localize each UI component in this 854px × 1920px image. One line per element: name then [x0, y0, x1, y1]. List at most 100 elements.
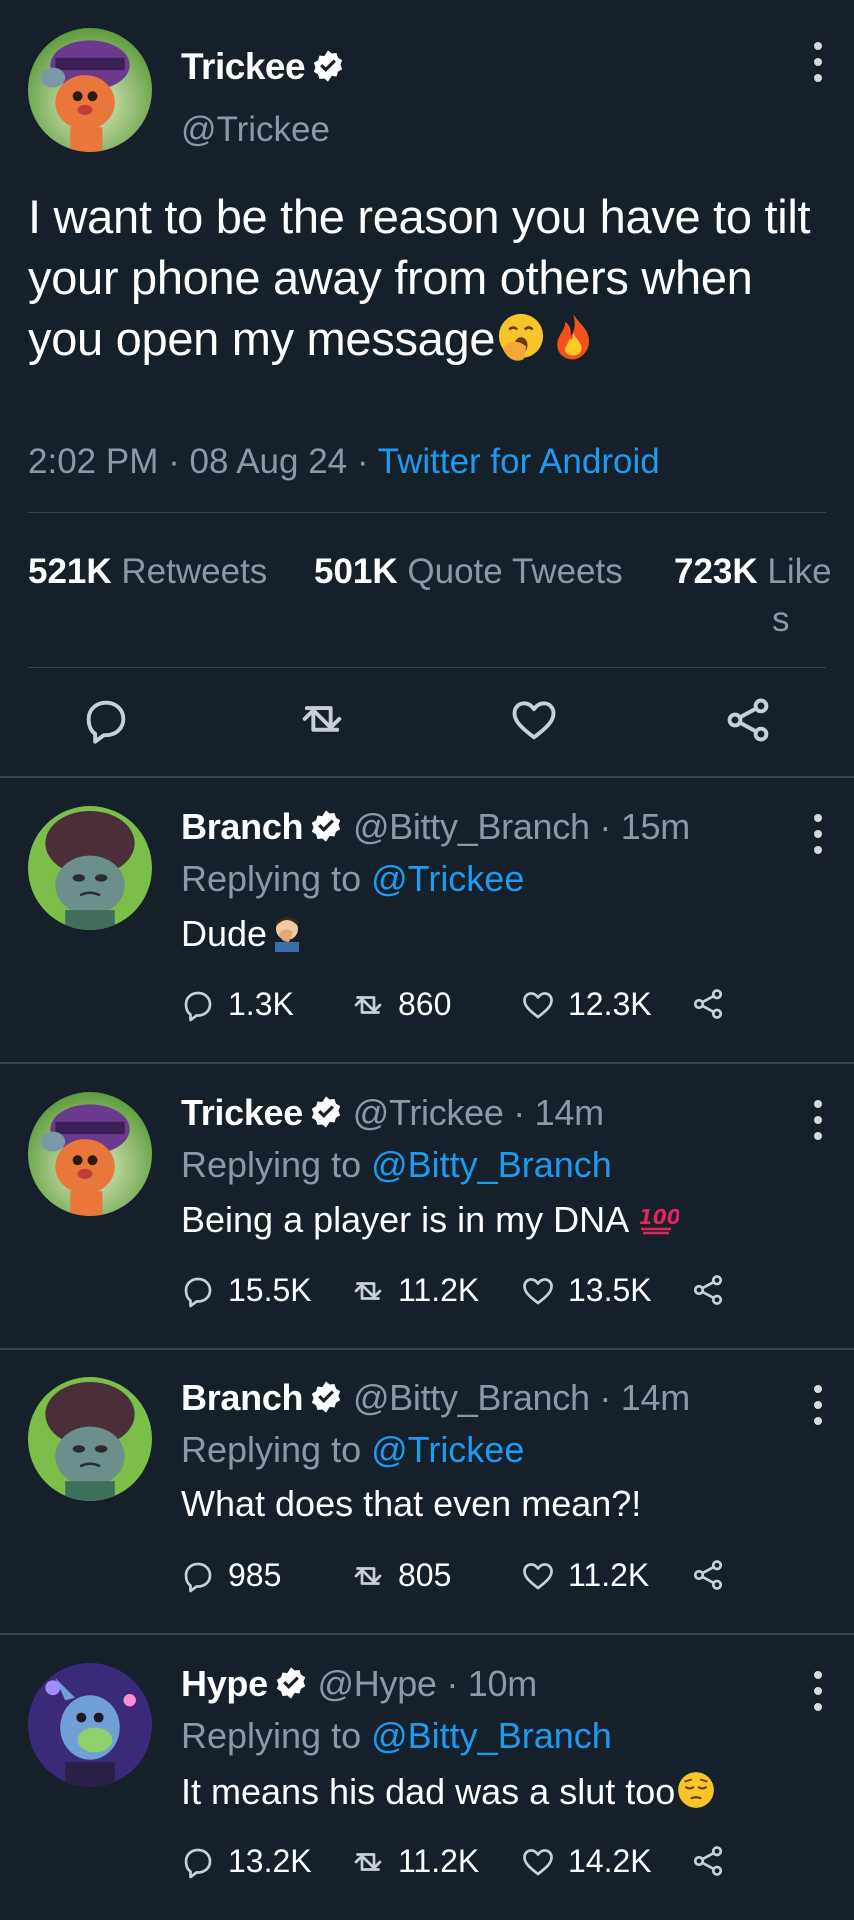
- trickee-avatar[interactable]: [28, 28, 152, 152]
- retweet-count: 11.2K: [398, 1272, 480, 1308]
- retweet-icon[interactable]: [296, 694, 348, 746]
- like-action[interactable]: 12.3K: [520, 986, 652, 1023]
- share-action[interactable]: [690, 1557, 738, 1593]
- share-icon[interactable]: [722, 694, 774, 746]
- share-action[interactable]: [690, 986, 738, 1022]
- thread-divider: [0, 1062, 854, 1064]
- tweet-body: I want to be the reason you have to tilt…: [28, 190, 811, 365]
- svg-text:100: 100: [639, 1205, 679, 1229]
- retweet-icon: [354, 1852, 382, 1871]
- verified-badge-icon: [311, 49, 345, 83]
- author-name-text: Trickee: [181, 46, 306, 87]
- like-icon[interactable]: [508, 694, 560, 746]
- verified-badge-icon: [309, 809, 343, 843]
- retweet-icon: [354, 1566, 382, 1585]
- divider: [28, 667, 826, 668]
- reply-author-name[interactable]: Hype: [181, 1663, 268, 1704]
- retweets-stat[interactable]: 521K Retweets: [28, 548, 267, 596]
- replying-to-link[interactable]: @Bitty_Branch: [371, 1144, 612, 1185]
- share-action[interactable]: [690, 1272, 738, 1308]
- reply-action[interactable]: 1.3K: [180, 986, 294, 1023]
- retweets-count: 521K: [28, 552, 112, 591]
- reply-body: Being a player is in my DNA: [181, 1199, 628, 1241]
- quotes-label: Quote Tweets: [407, 552, 623, 591]
- retweet-action[interactable]: 11.2K: [350, 1843, 479, 1880]
- more-options-icon[interactable]: [810, 1100, 826, 1140]
- reply-time: 14m: [620, 1377, 690, 1418]
- reply-author-handle[interactable]: @Hype: [318, 1663, 437, 1704]
- replying-to-link[interactable]: @Trickee: [371, 858, 524, 899]
- reply-time: 14m: [534, 1092, 604, 1133]
- reply-icon[interactable]: [80, 694, 132, 746]
- share-icon: [693, 1560, 723, 1590]
- tweet-text: I want to be the reason you have to tilt…: [28, 186, 828, 376]
- likes-label-wrap: s: [772, 600, 790, 639]
- more-options-icon[interactable]: [810, 42, 826, 82]
- pensive-face-emoji-icon: [675, 1769, 717, 1820]
- facepalm-emoji-icon: [267, 912, 307, 961]
- like-count: 14.2K: [568, 1843, 652, 1879]
- more-options-icon[interactable]: [810, 814, 826, 854]
- main-author-handle[interactable]: @Trickee: [181, 110, 330, 150]
- like-action[interactable]: 13.5K: [520, 1272, 652, 1309]
- replying-label: Replying to: [181, 1715, 362, 1756]
- separator: ·: [599, 1377, 612, 1418]
- thread-divider: [0, 1348, 854, 1350]
- share-action[interactable]: [690, 1843, 738, 1879]
- reply-action[interactable]: 13.2K: [180, 1843, 312, 1880]
- hype-avatar[interactable]: [28, 1663, 152, 1787]
- reply-icon: [184, 1848, 212, 1878]
- reply-text: Being a player is in my DNA 100: [181, 1198, 681, 1247]
- tweet-client-link[interactable]: Twitter for Android: [378, 442, 660, 481]
- like-icon: [523, 1277, 553, 1304]
- like-action[interactable]: 14.2K: [520, 1843, 652, 1880]
- replying-label: Replying to: [181, 1429, 362, 1470]
- reply-header: Trickee @Trickee · 14m: [181, 1092, 604, 1134]
- more-options-icon[interactable]: [810, 1385, 826, 1425]
- more-options-icon[interactable]: [810, 1671, 826, 1711]
- fire-emoji-icon: [547, 310, 599, 376]
- retweet-action[interactable]: 860: [350, 986, 451, 1023]
- reply-author-handle[interactable]: @Bitty_Branch: [353, 1377, 590, 1418]
- reply-time: 15m: [620, 806, 690, 847]
- reply-count: 13.2K: [228, 1843, 312, 1879]
- trickee-avatar[interactable]: [28, 1092, 152, 1216]
- reply-action[interactable]: 985: [180, 1557, 281, 1594]
- reply-icon: [184, 991, 212, 1021]
- reply-author-name[interactable]: Branch: [181, 1377, 304, 1418]
- replying-to-link[interactable]: @Trickee: [371, 1429, 524, 1470]
- separator: ·: [446, 1663, 459, 1704]
- reply-action[interactable]: 15.5K: [180, 1272, 312, 1309]
- share-icon: [693, 1275, 723, 1305]
- likes-stat[interactable]: 723K Like: [674, 548, 832, 596]
- reply-author-handle[interactable]: @Trickee: [353, 1092, 504, 1133]
- retweet-action[interactable]: 11.2K: [350, 1272, 479, 1309]
- share-icon: [693, 1846, 723, 1876]
- tweet-date: 08 Aug 24: [189, 442, 348, 481]
- branch-avatar[interactable]: [28, 1377, 152, 1501]
- replying-label: Replying to: [181, 858, 362, 899]
- like-action[interactable]: 11.2K: [520, 1557, 649, 1594]
- reply-text: What does that even mean?!: [181, 1483, 641, 1525]
- reply-author-handle[interactable]: @Bitty_Branch: [353, 806, 590, 847]
- retweet-icon: [354, 1281, 382, 1300]
- quote-tweets-stat[interactable]: 501K Quote Tweets: [314, 548, 623, 596]
- branch-avatar[interactable]: [28, 806, 152, 930]
- reply-time: 10m: [467, 1663, 537, 1704]
- separator: ·: [168, 442, 180, 481]
- yawning-face-emoji-icon: [495, 310, 547, 376]
- replying-to: Replying to @Bitty_Branch: [181, 1144, 612, 1186]
- retweet-action[interactable]: 805: [350, 1557, 451, 1594]
- replying-to: Replying to @Trickee: [181, 1429, 524, 1471]
- reply-body: It means his dad was a slut too: [181, 1771, 676, 1813]
- reply-header: Branch @Bitty_Branch · 14m: [181, 1377, 690, 1419]
- separator: ·: [356, 442, 369, 481]
- reply-author-name[interactable]: Branch: [181, 806, 304, 847]
- reply-author-name[interactable]: Trickee: [181, 1092, 303, 1133]
- reply-icon: [184, 1562, 212, 1592]
- like-count: 12.3K: [568, 986, 652, 1022]
- like-count: 11.2K: [568, 1557, 650, 1593]
- main-author-name[interactable]: Trickee: [181, 46, 345, 88]
- reply-count: 985: [228, 1557, 282, 1593]
- replying-to-link[interactable]: @Bitty_Branch: [371, 1715, 612, 1756]
